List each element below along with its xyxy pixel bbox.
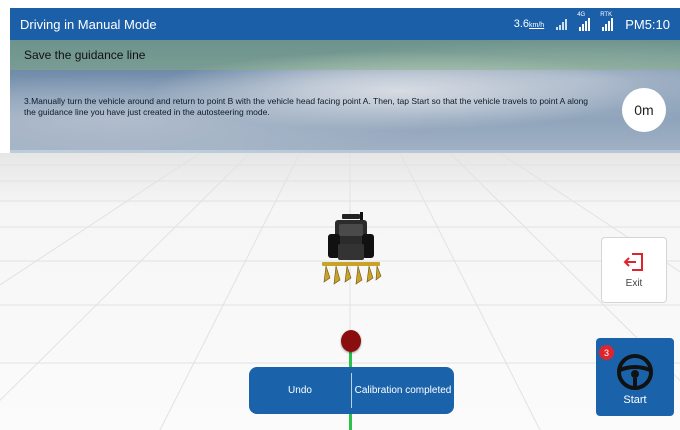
clock: PM5:10: [625, 16, 670, 32]
instruction-text: 3.Manually turn the vehicle around and r…: [24, 96, 589, 117]
speed-value: 3.6: [513, 18, 530, 30]
step-badge: 3: [599, 345, 614, 360]
exit-label: Exit: [625, 277, 643, 289]
steering-wheel-icon: [617, 354, 653, 390]
distance-indicator: 0m: [622, 88, 666, 132]
status-indicators: 3.6km/h 4G RTK PM5:10: [514, 12, 670, 32]
speed-unit: km/h: [529, 22, 545, 29]
signal-rtk-tag: RTK: [600, 12, 613, 18]
calibration-completed-button[interactable]: Calibration completed: [352, 367, 454, 414]
action-bar: Undo Calibration completed: [249, 367, 454, 414]
calibration-label: Calibration completed: [354, 384, 452, 396]
exit-button[interactable]: Exit: [601, 237, 667, 303]
instruction-panel: 3.Manually turn the vehicle around and r…: [10, 70, 680, 150]
signal-rtk-icon: RTK: [600, 12, 614, 31]
distance-value: 0m: [634, 102, 654, 118]
signal-4g-icon: 4G: [577, 12, 591, 31]
undo-label: Undo: [288, 384, 312, 396]
guidance-title: Save the guidance line: [24, 48, 146, 62]
signal-bars-icon: [556, 18, 568, 30]
guidance-title-bar: Save the guidance line: [10, 40, 680, 70]
mode-title: Driving in Manual Mode: [20, 16, 157, 32]
exit-icon: [623, 252, 643, 271]
status-bar: Driving in Manual Mode 3.6km/h 4G RTK PM…: [10, 8, 680, 40]
signal-4g-tag: 4G: [577, 12, 586, 18]
point-marker: [341, 330, 361, 352]
undo-button[interactable]: Undo: [249, 367, 351, 414]
tractor-icon: [322, 212, 382, 285]
start-label: Start: [623, 394, 647, 406]
speed-readout: 3.6km/h: [514, 18, 544, 30]
